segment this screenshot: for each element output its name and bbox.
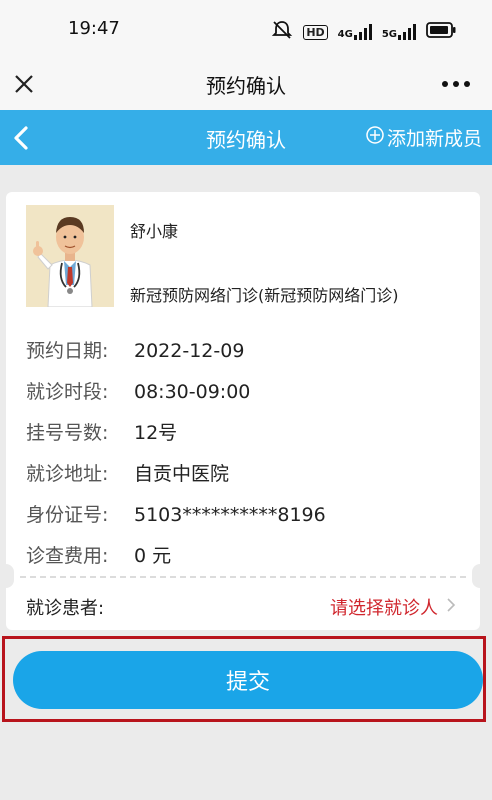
hd-icon: HD [303, 24, 328, 40]
select-patient-label: 请选择就诊人 [330, 598, 438, 619]
detail-label: 诊查费用: [26, 545, 109, 567]
doctor-name: 舒小康 [130, 222, 179, 241]
app-bar-title: 预约确认 [206, 74, 286, 98]
chevron-right-icon [446, 597, 456, 618]
app-bar: 预约确认 [0, 58, 492, 110]
card-notch-left [0, 564, 14, 588]
detail-label: 预约日期: [26, 340, 109, 362]
doctor-avatar [26, 205, 114, 307]
detail-row-fee: 诊查费用: 0 元 [26, 541, 171, 568]
select-patient-button[interactable]: 请选择就诊人 [330, 594, 456, 620]
more-icon[interactable] [436, 68, 476, 100]
add-member-button[interactable]: 添加新成员 [365, 124, 482, 151]
submit-highlight-box: 提交 [2, 636, 486, 722]
doctor-department: 新冠预防网络门诊(新冠预防网络门诊) [130, 286, 399, 305]
detail-value: 12号 [134, 422, 178, 444]
detail-row-address: 就诊地址: 自贡中医院 [26, 459, 229, 486]
plus-circle-icon [365, 125, 385, 150]
detail-label: 挂号号数: [26, 422, 109, 444]
patient-label: 就诊患者: [26, 598, 105, 619]
signal-4g-icon: 4G [338, 24, 372, 40]
status-time: 19:47 [68, 18, 120, 39]
dashed-divider [20, 576, 466, 578]
network-5g-label: 5G [381, 29, 397, 40]
network-4g-label: 4G [337, 29, 353, 40]
detail-row-date: 预约日期: 2022-12-09 [26, 336, 244, 363]
status-icons: HD 4G 5G [271, 20, 456, 44]
page-header: 预约确认 添加新成员 [0, 110, 492, 165]
status-bar: 19:47 HD 4G 5G [0, 0, 492, 58]
detail-value: 08:30-09:00 [134, 381, 251, 403]
detail-label: 就诊时段: [26, 381, 109, 403]
detail-value: 自贡中医院 [134, 463, 230, 485]
detail-value: 5103**********8196 [134, 504, 326, 526]
detail-row-time-slot: 就诊时段: 08:30-09:00 [26, 377, 250, 404]
submit-button[interactable]: 提交 [13, 651, 483, 709]
card-notch-right [472, 564, 488, 588]
signal-5g-icon: 5G [382, 24, 416, 40]
detail-row-queue-number: 挂号号数: 12号 [26, 418, 177, 445]
mute-bell-icon [271, 20, 293, 44]
detail-value: 2022-12-09 [134, 340, 245, 362]
detail-label: 身份证号: [26, 504, 109, 526]
detail-value: 0 元 [134, 545, 172, 567]
detail-row-id-number: 身份证号: 5103**********8196 [26, 500, 326, 527]
detail-label: 就诊地址: [26, 463, 109, 485]
battery-icon [426, 22, 456, 42]
appointment-card: 舒小康 新冠预防网络门诊(新冠预防网络门诊) 预约日期: 2022-12-09 就… [0, 192, 488, 630]
add-member-label: 添加新成员 [386, 128, 482, 150]
